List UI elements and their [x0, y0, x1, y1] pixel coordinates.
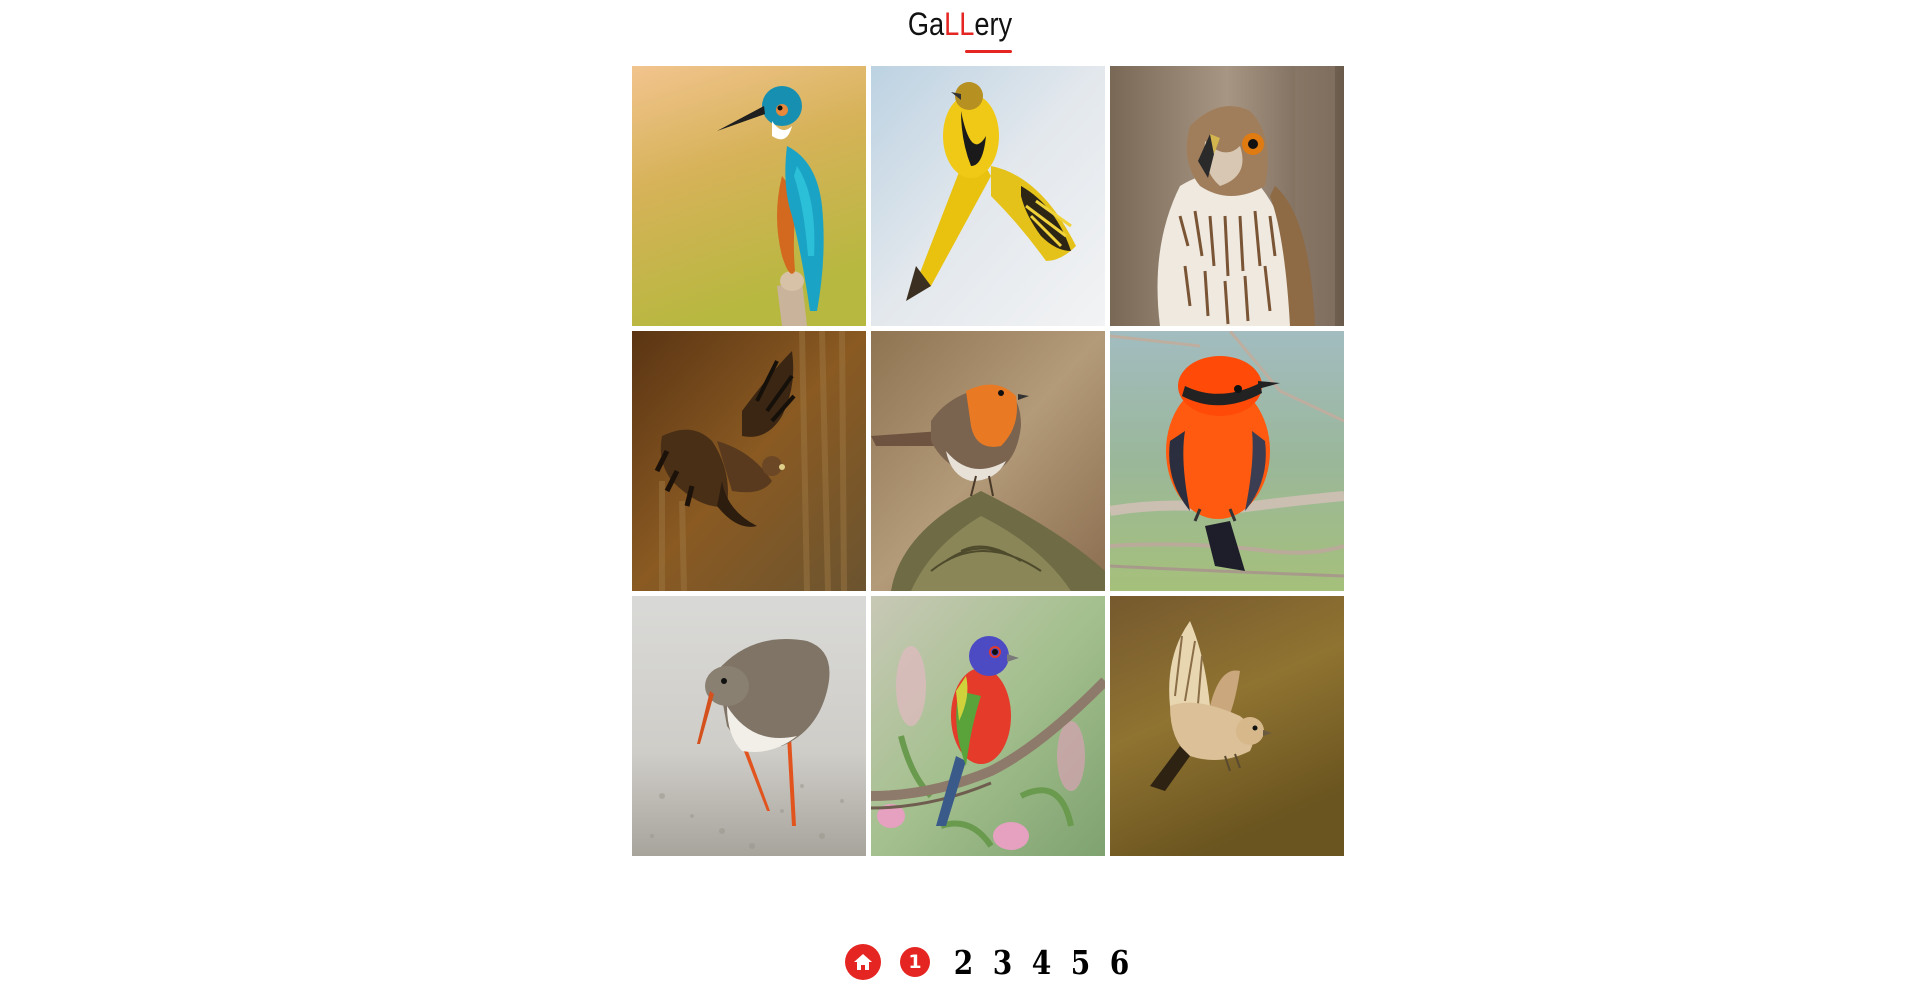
pagination-home-button[interactable] [845, 944, 881, 980]
gallery-image-yellow-bird[interactable] [871, 66, 1105, 326]
title-underline [965, 50, 1012, 53]
gallery-image-red-flycatcher[interactable] [1110, 331, 1344, 591]
pagination-page-3[interactable]: 3 [986, 943, 1019, 982]
yellow-bird-photo [871, 66, 1105, 326]
painted-bunting-photo [871, 596, 1105, 856]
header: GaLLery [0, 0, 1920, 60]
gallery-image-hawk[interactable] [1110, 66, 1344, 326]
hawk-photo [1110, 66, 1344, 326]
pagination-page-5[interactable]: 5 [1064, 943, 1097, 982]
page-title: GaLLery [144, 6, 1776, 43]
robin-photo [871, 331, 1105, 591]
title-end: ery [974, 6, 1013, 42]
kingfisher-photo [632, 66, 866, 326]
title-start: Ga [907, 6, 945, 42]
bird-flight-photo [1110, 596, 1344, 856]
pagination-current-page[interactable]: 1 [900, 947, 930, 977]
pagination-page-2[interactable]: 2 [947, 943, 980, 982]
gallery-image-robin[interactable] [871, 331, 1105, 591]
pagination-page-6[interactable]: 6 [1103, 943, 1136, 982]
gallery-image-redshank[interactable] [632, 596, 866, 856]
gallery-image-kingfisher[interactable] [632, 66, 866, 326]
raptor-flight-photo [632, 331, 866, 591]
red-flycatcher-photo [1110, 331, 1344, 591]
gallery-image-painted-bunting[interactable] [871, 596, 1105, 856]
home-icon [854, 954, 872, 970]
redshank-photo [632, 596, 866, 856]
title-accent: LL [944, 6, 975, 42]
gallery-image-bird-flight[interactable] [1110, 596, 1344, 856]
gallery-grid [632, 66, 1344, 856]
pagination-page-4[interactable]: 4 [1025, 943, 1058, 982]
pagination: 1 2 3 4 5 6 [845, 940, 1139, 984]
gallery-image-raptor-flight[interactable] [632, 331, 866, 591]
